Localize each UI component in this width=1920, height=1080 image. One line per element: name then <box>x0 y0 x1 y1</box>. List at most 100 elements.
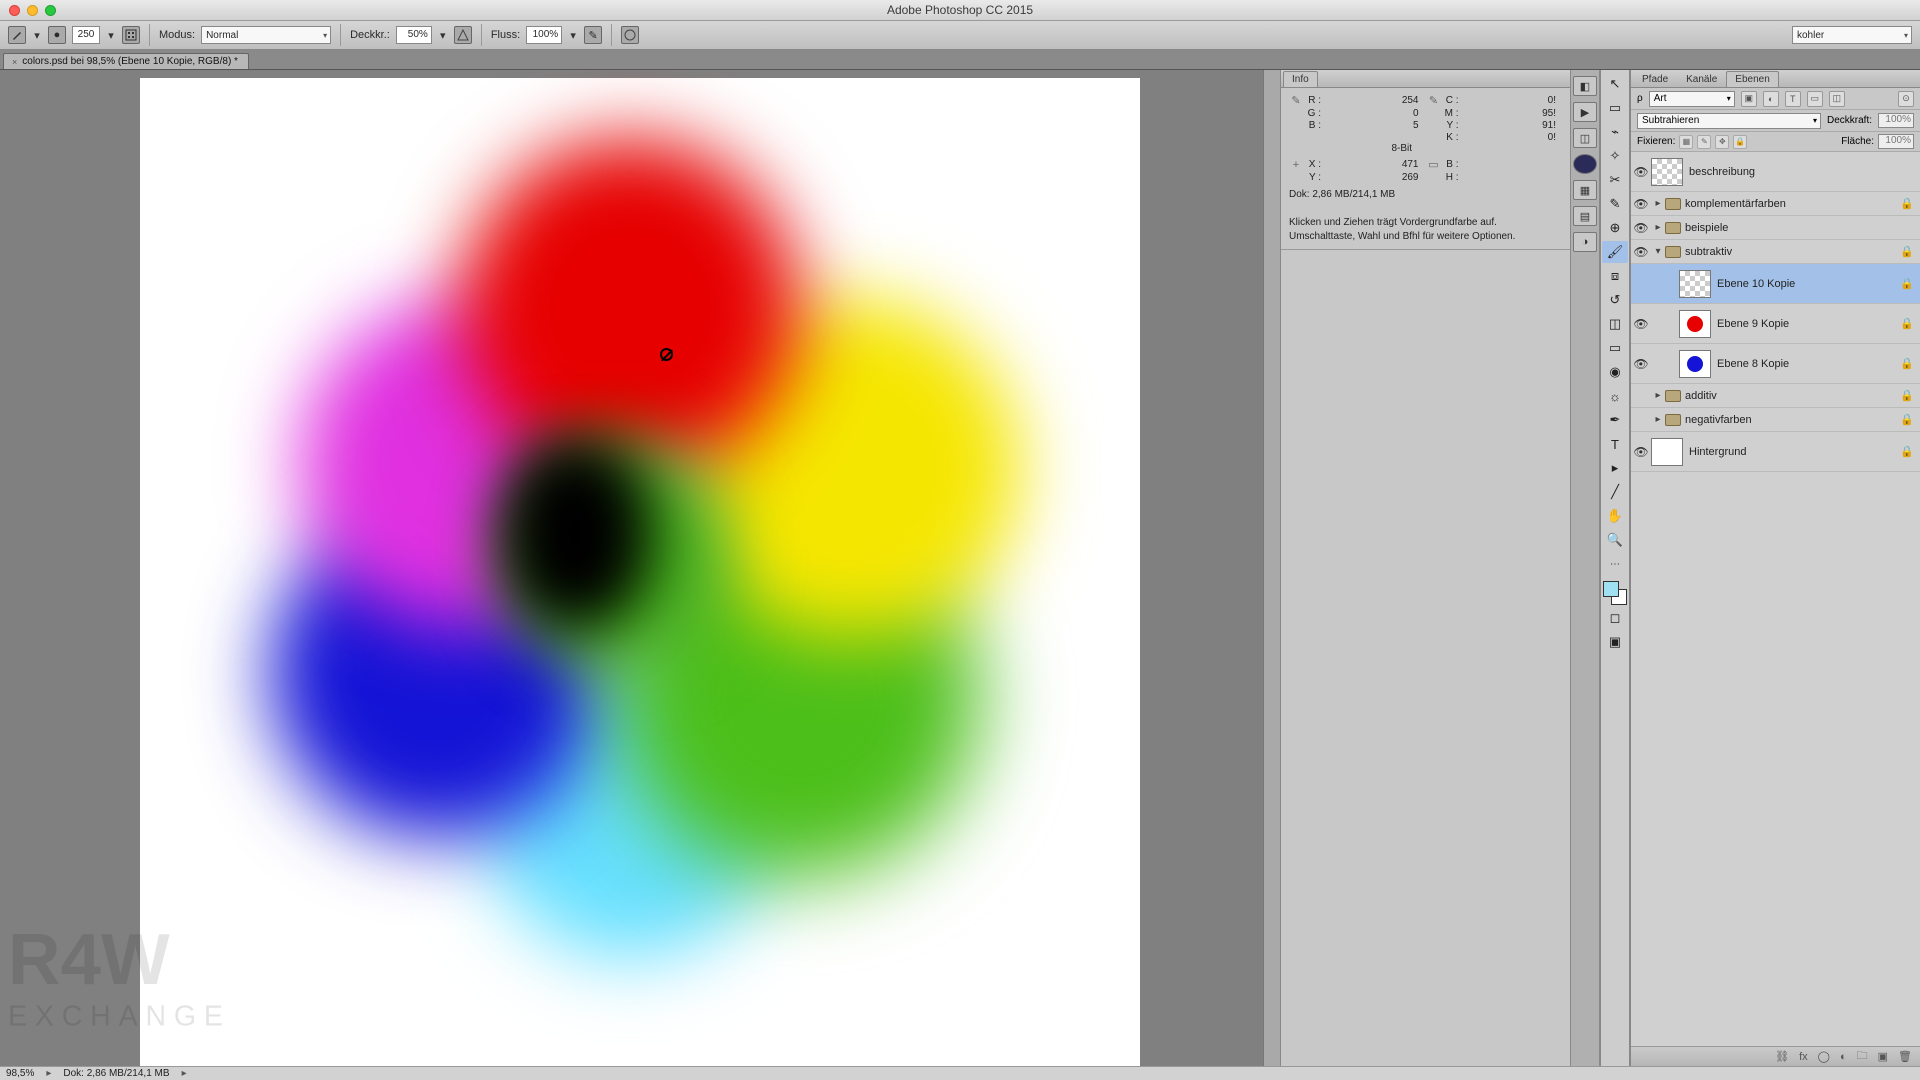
layer-row[interactable]: 👁Hintergrund🔒 <box>1631 432 1920 472</box>
layer-group-row[interactable]: 👁komplementärfarben🔒 <box>1631 192 1920 216</box>
properties-panel-icon[interactable]: ◫ <box>1573 128 1597 148</box>
canvas-area[interactable]: R4WEXCHANGE <box>0 70 1280 1066</box>
tool-preset-icon[interactable] <box>8 26 26 44</box>
layer-row[interactable]: 👁Ebene 8 Kopie🔒 <box>1631 344 1920 384</box>
foreground-color-swatch[interactable] <box>1603 581 1619 597</box>
layer-fx-icon[interactable]: fx <box>1799 1051 1808 1063</box>
filter-shape-icon[interactable]: ▭ <box>1807 91 1823 107</box>
filter-type-icon[interactable]: T <box>1785 91 1801 107</box>
zoom-tool[interactable]: 🔍 <box>1602 529 1628 551</box>
layer-thumbnail[interactable] <box>1679 270 1711 298</box>
layers-list[interactable]: 👁beschreibung👁komplementärfarben🔒👁beispi… <box>1631 152 1920 1046</box>
disclosure-triangle[interactable] <box>1651 198 1665 209</box>
visibility-toggle[interactable]: 👁 <box>1631 245 1651 259</box>
disclosure-triangle[interactable] <box>1651 246 1665 257</box>
swatches-panel-icon[interactable]: ▦ <box>1573 180 1597 200</box>
adjustments-panel-icon[interactable]: ◑ <box>1573 232 1597 252</box>
lock-transparency-icon[interactable]: ▦ <box>1679 135 1693 149</box>
color-panel-icon[interactable] <box>1573 154 1597 174</box>
layer-fill-input[interactable]: 100% <box>1878 134 1914 149</box>
layer-thumbnail[interactable] <box>1679 350 1711 378</box>
layer-group-row[interactable]: 👁 beispiele <box>1631 216 1920 240</box>
tab-pfade[interactable]: Pfade <box>1633 71 1677 87</box>
flow-dropdown[interactable]: ▾ <box>568 29 578 42</box>
brush-tool[interactable]: 🖌 <box>1602 241 1628 263</box>
layer-name[interactable]: negativfarben <box>1685 414 1752 426</box>
brush-picker-dropdown[interactable]: ▾ <box>106 29 116 42</box>
opacity-dropdown[interactable]: ▾ <box>438 29 448 42</box>
layer-opacity-input[interactable]: 100% <box>1878 113 1914 128</box>
pen-tool[interactable]: ✒ <box>1602 409 1628 431</box>
actions-panel-icon[interactable]: ▶ <box>1573 102 1597 122</box>
layer-name[interactable]: subtraktiv <box>1685 246 1732 258</box>
filter-toggle-switch[interactable]: ⊙ <box>1898 91 1914 107</box>
layer-filter-kind-select[interactable]: Art <box>1649 91 1735 107</box>
path-selection-tool[interactable]: ▸ <box>1602 457 1628 479</box>
new-adjustment-icon[interactable]: ◐ <box>1840 1051 1847 1063</box>
new-layer-icon[interactable]: ▣ <box>1878 1050 1888 1063</box>
visibility-toggle[interactable]: 👁 <box>1631 317 1651 331</box>
eyedropper-tool[interactable]: ✎ <box>1602 193 1628 215</box>
visibility-toggle[interactable]: 👁 <box>1631 165 1651 179</box>
layer-row[interactable]: 👁beschreibung <box>1631 152 1920 192</box>
visibility-toggle[interactable]: 👁 <box>1631 445 1651 459</box>
tab-ebenen[interactable]: Ebenen <box>1726 71 1778 87</box>
layer-group-row[interactable]: additiv🔒 <box>1631 384 1920 408</box>
layer-row[interactable]: 👁Ebene 9 Kopie🔒 <box>1631 304 1920 344</box>
airbrush-icon[interactable]: ✎ <box>584 26 602 44</box>
brush-size-input[interactable]: 250 <box>72 26 100 44</box>
crop-tool[interactable]: ✂ <box>1602 169 1628 191</box>
blur-tool[interactable]: ◉ <box>1602 361 1628 383</box>
type-tool[interactable]: T <box>1602 433 1628 455</box>
layer-group-row[interactable]: negativfarben🔒 <box>1631 408 1920 432</box>
pressure-opacity-icon[interactable] <box>454 26 472 44</box>
zoom-level[interactable]: 98,5% <box>6 1068 34 1079</box>
flow-input[interactable]: 100% <box>526 26 562 44</box>
layer-name[interactable]: additiv <box>1685 390 1717 402</box>
visibility-toggle[interactable]: 👁 <box>1631 221 1651 235</box>
new-group-icon[interactable]: 🗀 <box>1857 1047 1868 1066</box>
workspace-select[interactable]: kohler <box>1792 26 1912 44</box>
visibility-toggle[interactable]: 👁 <box>1631 357 1651 371</box>
lock-position-icon[interactable]: ✥ <box>1715 135 1729 149</box>
add-mask-icon[interactable]: ◯ <box>1818 1050 1830 1063</box>
screen-mode-icon[interactable]: ▣ <box>1602 631 1628 653</box>
healing-brush-tool[interactable]: ⊕ <box>1602 217 1628 239</box>
layer-name[interactable]: Ebene 9 Kopie <box>1717 318 1789 330</box>
filter-smart-icon[interactable]: ◫ <box>1829 91 1845 107</box>
visibility-toggle[interactable]: 👁 <box>1631 197 1651 211</box>
layer-thumbnail[interactable] <box>1651 438 1683 466</box>
history-brush-tool[interactable]: ↺ <box>1602 289 1628 311</box>
blend-mode-select[interactable]: Normal <box>201 26 331 44</box>
layer-name[interactable]: komplementärfarben <box>1685 198 1786 210</box>
gradient-tool[interactable]: ▭ <box>1602 337 1628 359</box>
document-tab[interactable]: × colors.psd bei 98,5% (Ebene 10 Kopie, … <box>3 53 249 69</box>
layer-name[interactable]: beispiele <box>1685 222 1728 234</box>
status-more-icon[interactable]: ▸ <box>182 1068 187 1079</box>
layer-name[interactable]: Hintergrund <box>1689 446 1746 458</box>
disclosure-triangle[interactable] <box>1651 414 1665 425</box>
brush-panel-toggle-icon[interactable] <box>122 26 140 44</box>
magic-wand-tool[interactable]: ✧ <box>1602 145 1628 167</box>
pressure-size-icon[interactable] <box>621 26 639 44</box>
filter-adjustment-icon[interactable]: ◐ <box>1763 91 1779 107</box>
scrollbar-vertical[interactable] <box>1263 70 1280 1066</box>
disclosure-triangle[interactable] <box>1651 390 1665 401</box>
document-canvas[interactable] <box>140 78 1140 1066</box>
layer-thumbnail[interactable] <box>1651 158 1683 186</box>
styles-panel-icon[interactable]: ▤ <box>1573 206 1597 226</box>
marquee-tool[interactable]: ▭ <box>1602 97 1628 119</box>
close-tab-icon[interactable]: × <box>12 57 17 67</box>
layer-group-row[interactable]: 👁subtraktiv🔒 <box>1631 240 1920 264</box>
edit-toolbar-icon[interactable]: ⋯ <box>1602 553 1628 575</box>
layer-thumbnail[interactable] <box>1679 310 1711 338</box>
lock-all-icon[interactable]: 🔒 <box>1733 135 1747 149</box>
layer-row[interactable]: Ebene 10 Kopie🔒 <box>1631 264 1920 304</box>
lasso-tool[interactable]: ⌁ <box>1602 121 1628 143</box>
layer-name[interactable]: Ebene 8 Kopie <box>1717 358 1789 370</box>
history-panel-icon[interactable]: ◧ <box>1573 76 1597 96</box>
line-tool[interactable]: ╱ <box>1602 481 1628 503</box>
link-layers-icon[interactable]: ⛓ <box>1775 1050 1789 1063</box>
clone-stamp-tool[interactable]: ⧈ <box>1602 265 1628 287</box>
status-popup-icon[interactable]: ▸ <box>46 1068 51 1079</box>
